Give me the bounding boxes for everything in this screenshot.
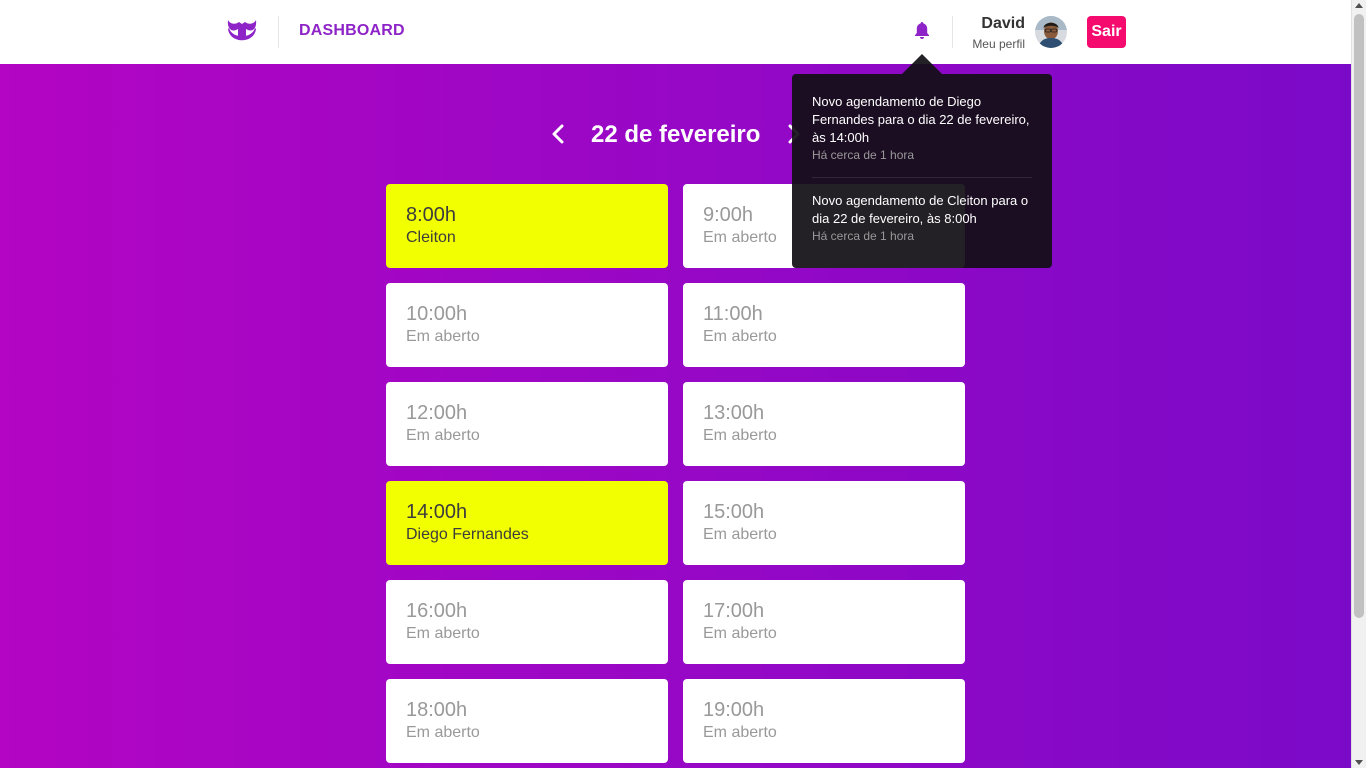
logout-button[interactable]: Sair — [1087, 16, 1126, 48]
slot-time: 19:00h — [703, 699, 765, 721]
time-slot-card[interactable]: 13:00h Em aberto — [683, 382, 965, 466]
slot-status: Em aberto — [406, 724, 480, 741]
slot-status: Em aberto — [703, 328, 777, 345]
scrollbar-thumb[interactable] — [1354, 14, 1364, 618]
avatar-image — [1035, 16, 1067, 48]
slot-time: 18:00h — [406, 699, 468, 721]
notification-time: Há cerca de 1 hora — [812, 229, 915, 243]
bell-icon[interactable] — [913, 21, 931, 41]
slot-status: Em aberto — [703, 427, 777, 444]
scroll-down-arrow-icon[interactable] — [1355, 760, 1363, 765]
time-slot-card[interactable]: 10:00h Em aberto — [386, 283, 668, 367]
time-slot-card[interactable]: 16:00h Em aberto — [386, 580, 668, 664]
scroll-up-arrow-icon[interactable] — [1355, 3, 1363, 8]
slot-time: 11:00h — [703, 303, 763, 325]
header-divider — [278, 16, 279, 48]
notification-text: Novo agendamento de Diego Fernandes para… — [812, 94, 1030, 145]
slot-client-name: Diego Fernandes — [406, 526, 529, 543]
slot-time: 14:00h — [406, 501, 468, 523]
time-slot-card[interactable]: 11:00h Em aberto — [683, 283, 965, 367]
notification-item[interactable]: Novo agendamento de Cleiton para o dia 2… — [812, 177, 1032, 258]
slot-status: Em aberto — [703, 625, 777, 642]
header: DASHBOARD David Meu perfil Sair — [0, 0, 1351, 64]
slot-time: 12:00h — [406, 402, 468, 424]
time-slot-card[interactable]: 19:00h Em aberto — [683, 679, 965, 763]
slot-time: 13:00h — [703, 402, 765, 424]
selected-date: 22 de fevereiro — [591, 121, 761, 148]
slot-time: 8:00h — [406, 204, 457, 226]
slot-status: Em aberto — [703, 724, 777, 741]
time-slot-card[interactable]: 15:00h Em aberto — [683, 481, 965, 565]
slot-time: 17:00h — [703, 600, 765, 622]
notification-panel-arrow — [902, 54, 942, 74]
notification-text: Novo agendamento de Cleiton para o dia 2… — [812, 193, 1029, 226]
slot-status: Em aberto — [406, 328, 480, 345]
slot-status: Em aberto — [703, 526, 777, 543]
profile-name: David — [981, 15, 1025, 32]
slot-time: 10:00h — [406, 303, 468, 325]
date-navigation: 22 de fevereiro — [0, 118, 1351, 150]
slot-status: Em aberto — [406, 427, 480, 444]
chevron-left-icon[interactable] — [548, 122, 568, 146]
notification-time: Há cerca de 1 hora — [812, 148, 915, 162]
dashboard-title[interactable]: DASHBOARD — [299, 22, 405, 40]
mustache-logo-icon[interactable] — [226, 18, 258, 44]
notification-panel: Novo agendamento de Diego Fernandes para… — [792, 74, 1052, 268]
slot-time: 15:00h — [703, 501, 765, 523]
main-content: 22 de fevereiro 8:00h Cleiton 9:00h Em aber… — [0, 64, 1351, 768]
profile-info[interactable]: David Meu perfil — [972, 15, 1025, 53]
time-slot-card[interactable]: 14:00h Diego Fernandes — [386, 481, 668, 565]
time-slot-card[interactable]: 8:00h Cleiton — [386, 184, 668, 268]
slot-client-name: Cleiton — [406, 229, 456, 246]
time-slot-card[interactable]: 18:00h Em aberto — [386, 679, 668, 763]
avatar[interactable] — [1035, 16, 1067, 48]
slot-time: 16:00h — [406, 600, 468, 622]
slot-status: Em aberto — [406, 625, 480, 642]
profile-divider — [952, 16, 953, 48]
time-slot-card[interactable]: 17:00h Em aberto — [683, 580, 965, 664]
my-profile-link[interactable]: Meu perfil — [972, 35, 1025, 53]
notification-item[interactable]: Novo agendamento de Diego Fernandes para… — [812, 93, 1032, 177]
time-slot-card[interactable]: 12:00h Em aberto — [386, 382, 668, 466]
scrollbar[interactable] — [1351, 0, 1366, 768]
